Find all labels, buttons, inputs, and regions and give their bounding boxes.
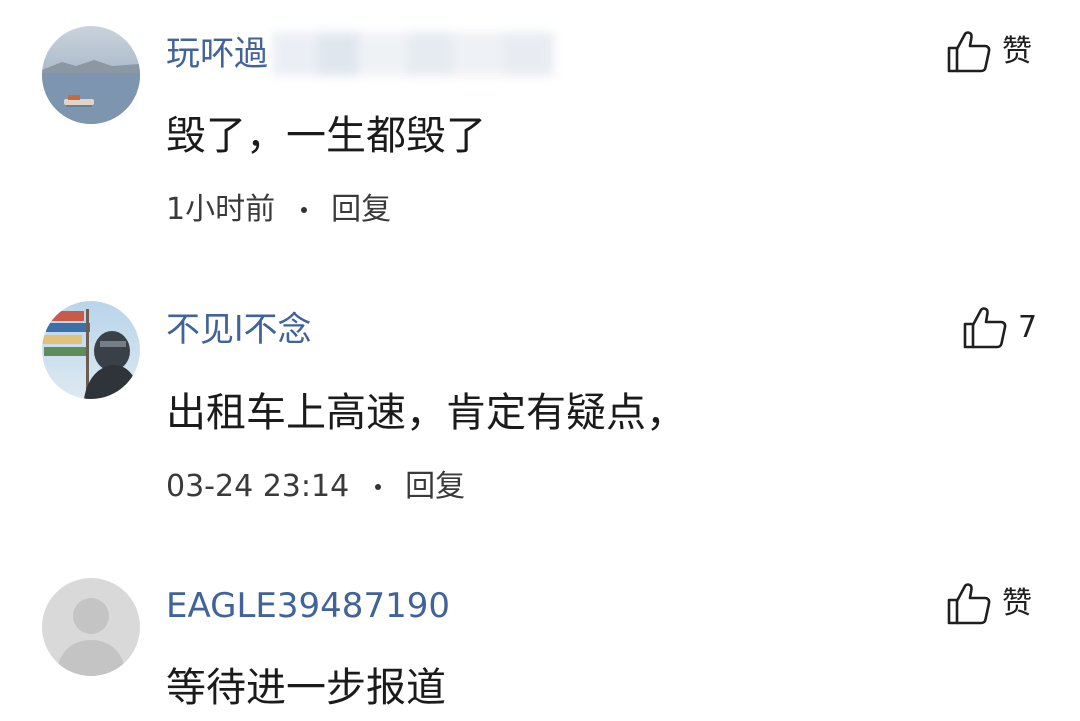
comment-item: EAGLE39487190 等待进一步报道 赞 <box>0 0 1080 721</box>
comment-list: 玩吥過 毁了，一生都毁了 1小时前 回复 赞 不见l不念 出租车上高速，肯定有疑… <box>0 0 1080 721</box>
like-button[interactable]: 赞 <box>946 582 1032 626</box>
default-gray-avatar <box>42 578 140 676</box>
like-label: 赞 <box>1002 586 1032 621</box>
username-text: EAGLE39487190 <box>166 586 450 626</box>
thumbs-up-icon <box>947 583 991 625</box>
username[interactable]: EAGLE39487190 <box>166 586 450 626</box>
avatar[interactable] <box>42 578 140 676</box>
comment-content: 等待进一步报道 <box>166 665 446 711</box>
